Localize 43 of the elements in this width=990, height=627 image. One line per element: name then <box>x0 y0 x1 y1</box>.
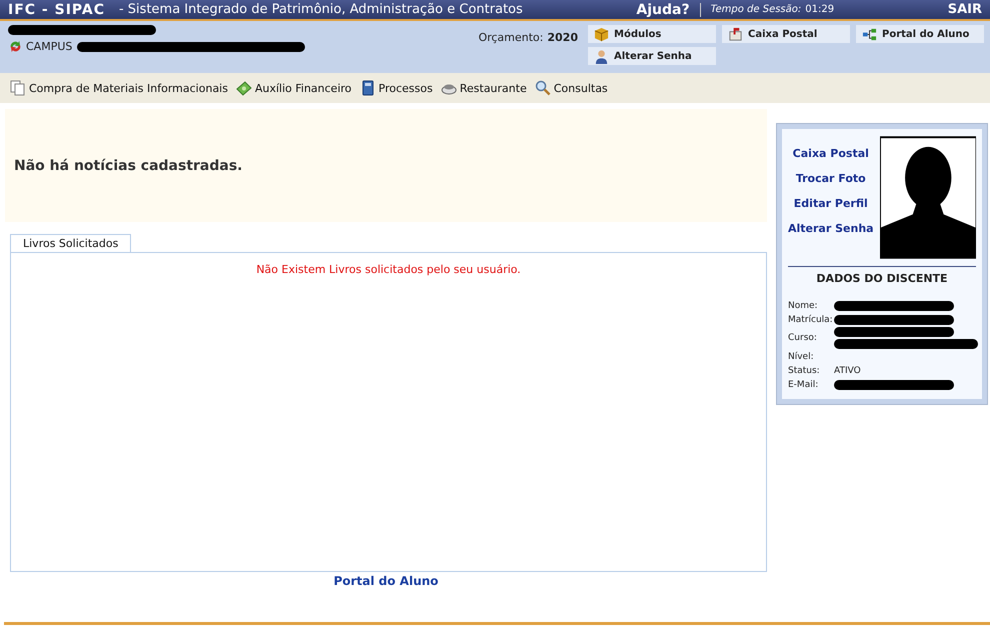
network-icon <box>862 26 877 42</box>
menu-item[interactable]: Compra de Materiais Informacionais <box>10 80 228 96</box>
refresh-icon <box>8 39 23 54</box>
session-time: 01:29 <box>805 4 834 15</box>
field-label: Curso: <box>788 333 818 343</box>
system-name: IFC - SIPAC <box>8 2 105 18</box>
portal-link[interactable]: Portal do Aluno <box>334 574 438 588</box>
cube-icon <box>594 26 609 42</box>
menu-item[interactable]: Consultas <box>534 80 608 96</box>
system-subtitle: - Sistema Integrado de Patrimônio, Administração e Contratos <box>118 2 523 17</box>
field-label: Status: <box>788 366 821 376</box>
magnifier-icon <box>534 80 551 96</box>
book-icon <box>360 80 376 96</box>
profile-link[interactable]: Trocar Foto <box>796 172 866 185</box>
shortcut-button[interactable]: Portal do Aluno <box>856 25 984 43</box>
field-label: Matrícula: <box>788 314 834 324</box>
mailbox-icon <box>728 26 743 42</box>
profile-link[interactable]: Caixa Postal <box>792 147 869 160</box>
field-label: Nome: <box>788 300 819 310</box>
section-title: DADOS DO DISCENTE <box>815 272 949 285</box>
logout-link[interactable]: SAIR <box>948 2 982 17</box>
money-icon <box>236 80 252 96</box>
menu-item[interactable]: Processos <box>360 80 433 96</box>
field-label: Nível: <box>788 352 815 362</box>
budget-year: 2020 <box>547 31 578 46</box>
shortcut-button[interactable]: Módulos <box>588 25 716 43</box>
campus-label: CAMPUS <box>26 40 72 53</box>
menu-item[interactable]: Restaurante <box>440 80 527 96</box>
shortcut-button[interactable]: Alterar Senha <box>588 47 716 65</box>
field-value: ATIVO <box>834 366 861 376</box>
session-label: Tempo de Sessão: <box>710 4 802 15</box>
field-label: E-Mail: <box>788 380 820 390</box>
shortcut-button[interactable]: Caixa Postal <box>722 25 850 43</box>
help-link[interactable]: Ajuda? <box>636 2 690 18</box>
profile-link[interactable]: Editar Perfil <box>794 197 868 210</box>
documents-icon <box>10 80 26 96</box>
person-icon <box>594 48 609 64</box>
profile-link[interactable]: Alterar Senha <box>788 222 874 235</box>
empty-message: Não Existem Livros solicitados pelo seu usuário. <box>256 263 521 277</box>
news-message: Não há notícias cadastradas. <box>14 158 242 174</box>
budget-label: Orçamento: <box>478 31 544 46</box>
menu-item[interactable]: Auxílio Financeiro <box>236 80 352 96</box>
tab[interactable]: Livros Solicitados <box>10 234 132 252</box>
